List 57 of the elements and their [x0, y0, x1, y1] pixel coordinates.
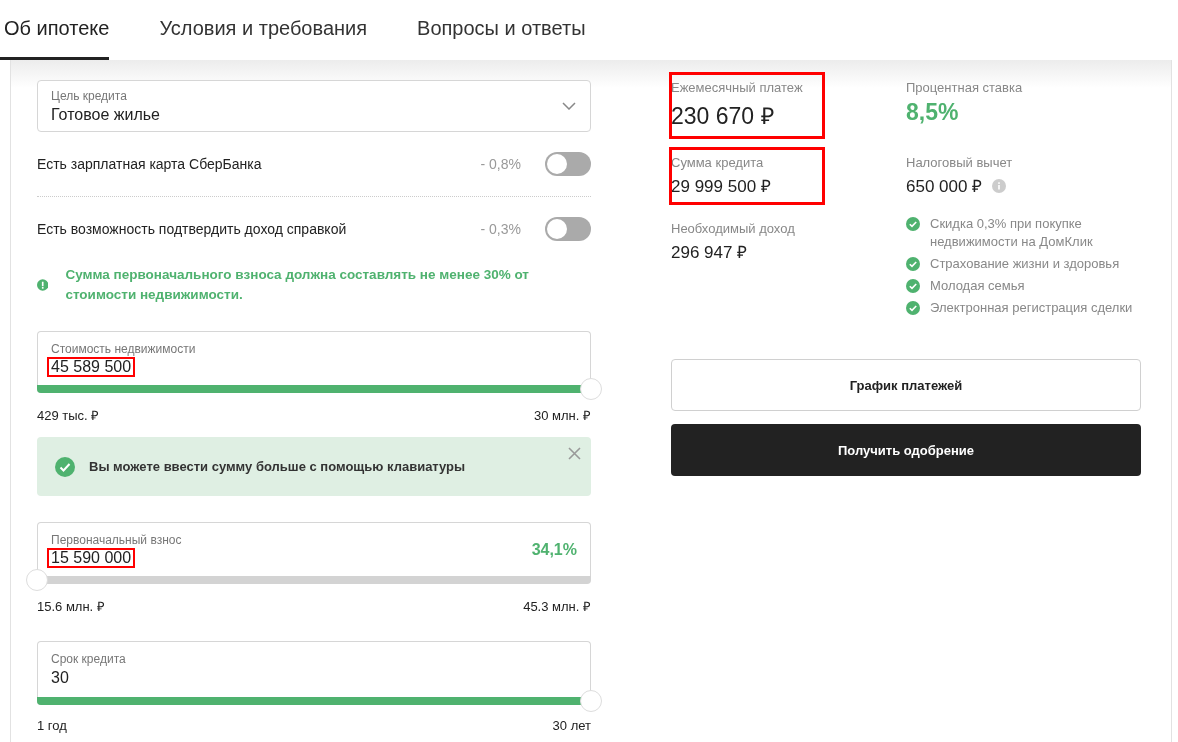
slider-thumb[interactable]: [580, 690, 602, 712]
approval-button[interactable]: Получить одобрение: [671, 424, 1141, 476]
toggle-switch[interactable]: [545, 217, 591, 241]
check-icon: [906, 217, 920, 231]
range-max: 45.3 млн. ₽: [523, 598, 591, 615]
benefit-text: Скидка 0,3% при покупке недвижимости на ДомКлик: [930, 215, 1094, 251]
warning-icon: [37, 278, 49, 292]
result-label: Ежемесячный платеж: [671, 80, 804, 95]
benefit-text: Электронная регистрация сделки: [930, 299, 1133, 317]
range-min: 15.6 млн. ₽: [37, 598, 105, 615]
option-label: Есть возможность подтвердить доход справкой: [37, 221, 348, 237]
schedule-button[interactable]: График платежей: [671, 359, 1141, 411]
check-icon: [55, 456, 75, 477]
percent-text: 34,1%: [531, 540, 577, 559]
field-label: Цель кредита: [51, 88, 127, 103]
result-value: 296 947 ₽: [671, 242, 748, 263]
close-icon[interactable]: [568, 447, 581, 460]
discount-text: - 0,8%: [480, 156, 521, 172]
input-field[interactable]: Первоначальный взнос 15 590 000 34,1%: [37, 522, 591, 576]
input-field[interactable]: Срок кредита 30: [37, 641, 591, 697]
field-value: Готовое жилье: [51, 105, 160, 124]
field-label: Стоимость недвижимости: [51, 342, 196, 356]
field-value: 45 589 500: [49, 359, 134, 375]
info-icon[interactable]: [992, 178, 1007, 193]
benefit-text: Молодая семья: [930, 277, 1025, 295]
tab[interactable]: Условия и требования: [134, 0, 393, 60]
discount-text: - 0,3%: [480, 221, 521, 237]
check-icon: [906, 279, 920, 293]
field-label: Первоначальный взнос: [51, 533, 182, 547]
toggle-switch[interactable]: [545, 152, 591, 176]
option-label: Есть зарплатная карта СберБанка: [37, 156, 263, 172]
range-min: 429 тыс. ₽: [37, 407, 100, 424]
field-label: Срок кредита: [51, 652, 126, 666]
result-label: Процентная ставка: [906, 80, 1024, 95]
result-value: 230 670 ₽: [671, 102, 774, 131]
range-max: 30 млн. ₽: [534, 407, 591, 424]
result-label: Налоговый вычет: [906, 155, 1014, 170]
input-field[interactable]: Стоимость недвижимости 45 589 500: [37, 331, 591, 385]
range-min: 1 год: [37, 718, 67, 733]
result-label: Сумма кредита: [671, 155, 765, 170]
result-label: Необходимый доход: [671, 221, 796, 236]
result-value: 650 000 ₽: [906, 176, 983, 197]
tab[interactable]: Вопросы и ответы: [392, 0, 611, 60]
field-value: 15 590 000: [49, 550, 134, 566]
notice-text: Вы можете ввести сумму больше с помощью клавиатуры: [89, 459, 466, 474]
chevron-icon: [562, 102, 576, 110]
check-icon: [906, 257, 920, 271]
field-value: 30: [51, 669, 69, 687]
result-value: 29 999 500 ₽: [671, 176, 771, 197]
slider-thumb[interactable]: [580, 378, 602, 400]
slider-thumb[interactable]: [26, 569, 48, 591]
range-max: 30 лет: [552, 718, 591, 733]
purpose-select[interactable]: Цель кредита Готовое жилье: [37, 80, 591, 132]
benefit-text: Страхование жизни и здоровья: [930, 255, 1120, 273]
check-icon: [906, 301, 920, 315]
result-value: 8,5%: [906, 99, 959, 126]
warning-text: Сумма первоначального взноса должна составлять не менее 30% от стоимости недвижимости.: [65, 266, 530, 304]
